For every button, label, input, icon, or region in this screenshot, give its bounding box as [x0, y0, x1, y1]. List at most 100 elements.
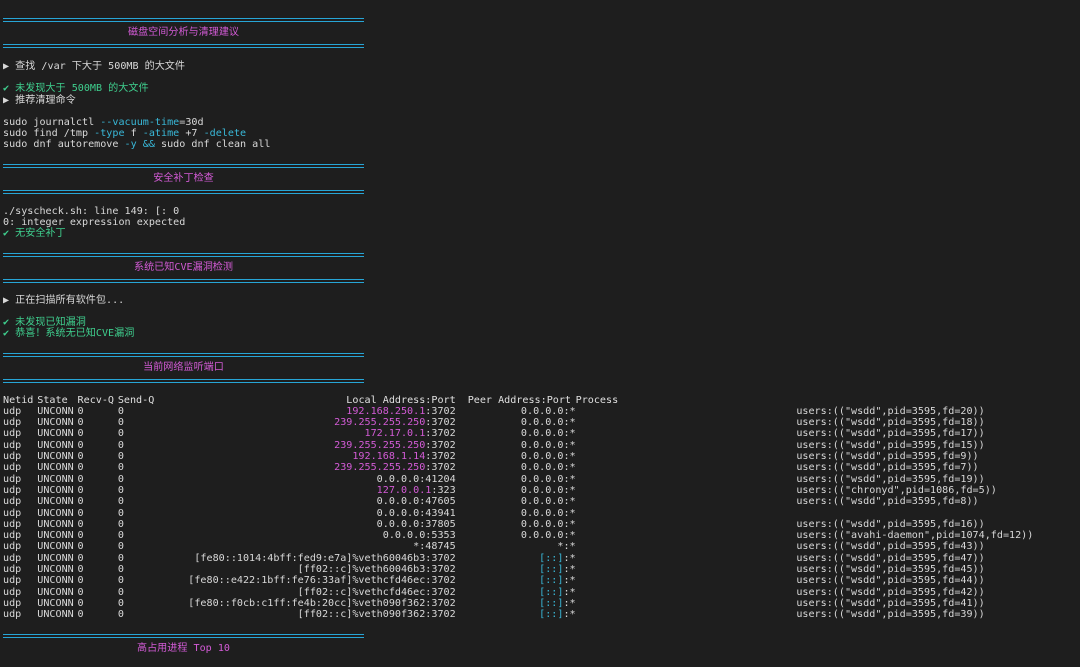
cell-netid: udp [3, 473, 22, 485]
cmd-text: =30d [179, 116, 204, 128]
local-port: :3702 [425, 428, 456, 440]
section-title-top: 高占用进程 Top 10 [136, 642, 230, 654]
cell-spacer [576, 575, 797, 586]
table-row: udp UNCONN 0 0 239.255.255.250:3702 0.0.0.0:*… [3, 462, 1077, 473]
find-prompt-text: ▶ 查找 /var 下大于 500MB 的大文件 [3, 61, 185, 72]
scan-status: ▶ 正在扫描所有软件包... [3, 294, 125, 306]
cell-process: users:(("wsdd",pid=3595,fd=41)) [796, 597, 985, 609]
cell-local-address: [ff02::c]%veth090f362:3702 [157, 609, 456, 620]
cell-peer-address: 0.0.0.0:* [456, 462, 576, 473]
cell-state: UNCONN [37, 417, 74, 429]
cmd-text: f [124, 128, 143, 140]
cell-process: users:(("wsdd",pid=3595,fd=8)) [796, 496, 979, 508]
local-port: :3702 [425, 597, 456, 609]
cmd-option: -atime [142, 128, 180, 140]
cell-send-q: 0 [117, 462, 124, 474]
cell-send-q: 0 [117, 609, 124, 621]
local-ip: [fe80::e422:1bff:fe76:33af]%vethcfd46ec [188, 575, 426, 587]
local-ip: 192.168.1.14 [352, 451, 426, 463]
section-title-disk: 磁盘空间分析与清理建议 [127, 27, 240, 38]
local-ip: [ff02::c]%veth090f362 [297, 609, 426, 621]
peer-ip: 0.0.0.0 [520, 484, 564, 496]
cell-spacer [576, 406, 797, 417]
cell-local-address: 0.0.0.0:47605 [157, 496, 456, 507]
cell-spacer [576, 417, 797, 428]
local-ip: 192.168.250.1 [346, 405, 426, 417]
cell-local-address: 127.0.0.1:323 [157, 485, 456, 496]
cell-netid: udp [3, 518, 22, 530]
table-header-row: Netid State Recv-Q Send-Q Local Address:… [3, 395, 1077, 406]
peer-port: :* [563, 575, 576, 587]
cell-netid: udp [3, 451, 22, 463]
cell-local-address: 0.0.0.0:37805 [157, 519, 456, 530]
cell-peer-address: [::]:* [456, 564, 575, 575]
local-port: :3702 [425, 405, 456, 417]
cell-spacer [576, 598, 797, 609]
cell-state: UNCONN [37, 530, 74, 542]
cell-state: UNCONN [37, 507, 74, 519]
cell-spacer [576, 462, 797, 473]
cmd-text: sudo find /tmp [3, 128, 95, 140]
cell-spacer [576, 564, 797, 575]
cell-local-address: 239.255.255.250:3702 [157, 417, 456, 428]
peer-port: :* [563, 552, 576, 564]
peer-port: :* [563, 428, 576, 440]
cell-process [796, 508, 1077, 519]
peer-port: :* [563, 473, 576, 485]
cell-spacer [576, 485, 797, 496]
cell-recv-q: 0 [77, 417, 84, 429]
cell-state: UNCONN [37, 597, 74, 609]
table-row: udp UNCONN 0 0 0.0.0.0:41204 0.0.0.0:* users:(… [3, 474, 1077, 485]
cve-congrats-status: ✔ 恭喜！系统无已知CVE漏洞 [3, 328, 135, 340]
cell-process: users:(("wsdd",pid=3595,fd=44)) [796, 575, 985, 587]
peer-ip: [::] [539, 597, 564, 609]
table-row: udp UNCONN 0 0 0.0.0.0:47605 0.0.0.0:* users:(… [3, 496, 1077, 507]
listening-ports-table: Netid State Recv-Q Send-Q Local Address:… [3, 395, 1077, 621]
peer-ip: 0.0.0.0 [520, 496, 564, 508]
table-row: udp UNCONN 0 0 192.168.1.14:3702 0.0.0.0:* use… [3, 451, 1077, 462]
peer-ip: [::] [539, 609, 564, 621]
cell-recv-q: 0 [77, 597, 84, 609]
cell-send-q: 0 [117, 518, 124, 530]
cell-peer-address: 0.0.0.0:* [456, 485, 576, 496]
cell-process: users:(("wsdd",pid=3595,fd=15)) [796, 439, 985, 451]
cell-local-address: 0.0.0.0:5353 [157, 530, 456, 541]
cell-peer-address: [::]:* [456, 597, 575, 609]
cell-send-q: 0 [117, 417, 124, 429]
no-large-files-status: ✔ 未发现大于 500MB 的大文件 [3, 83, 149, 95]
cell-recv-q: 0 [77, 586, 84, 598]
local-port: :47605 [419, 496, 456, 508]
cell-state: UNCONN [37, 518, 74, 530]
local-ip: 239.255.255.250 [334, 462, 426, 474]
cell-send-q: 0 [117, 597, 124, 609]
cell-local-address: [fe80::f0cb:c1ff:fe4b:20cc]%veth090f362:… [157, 597, 456, 609]
cell-process: users:(("wsdd",pid=3595,fd=16)) [796, 518, 985, 530]
error-line: 0: integer expression expected [3, 217, 186, 229]
cell-state: UNCONN [37, 541, 74, 553]
cell-send-q: 0 [117, 541, 124, 553]
cell-local-address: [ff02::c]%vethcfd46ec:3702 [157, 587, 456, 598]
local-port: :323 [431, 484, 456, 496]
cell-recv-q: 0 [77, 496, 84, 508]
cmd-option: -delete [203, 128, 247, 140]
cell-local-address: 192.168.1.14:3702 [157, 451, 455, 463]
cell-netid: udp [3, 597, 22, 609]
cell-peer-address: *:* [456, 541, 575, 552]
cell-send-q: 0 [117, 575, 124, 587]
cell-send-q: 0 [117, 473, 124, 485]
header-netid: Netid [3, 394, 34, 406]
cell-peer-address: 0.0.0.0:* [456, 428, 576, 439]
cell-netid: udp [3, 541, 22, 553]
cell-send-q: 0 [117, 439, 124, 451]
cell-process: users:(("chronyd",pid=1086,fd=5)) [796, 484, 997, 496]
cell-process: users:(("wsdd",pid=3595,fd=45)) [796, 564, 985, 576]
peer-ip: 0.0.0.0 [520, 428, 564, 440]
cell-recv-q: 0 [77, 473, 84, 485]
peer-ip: [::] [539, 575, 564, 587]
cell-peer-address: [::]:* [456, 609, 575, 621]
cell-process: users:(("avahi-daemon",pid=1074,fd=12)) [796, 530, 1034, 542]
cell-spacer [576, 553, 797, 564]
header-local-address: Local Address:Port [346, 394, 456, 406]
peer-port: :* [563, 484, 576, 496]
cell-peer-address: [::]:* [456, 575, 576, 587]
